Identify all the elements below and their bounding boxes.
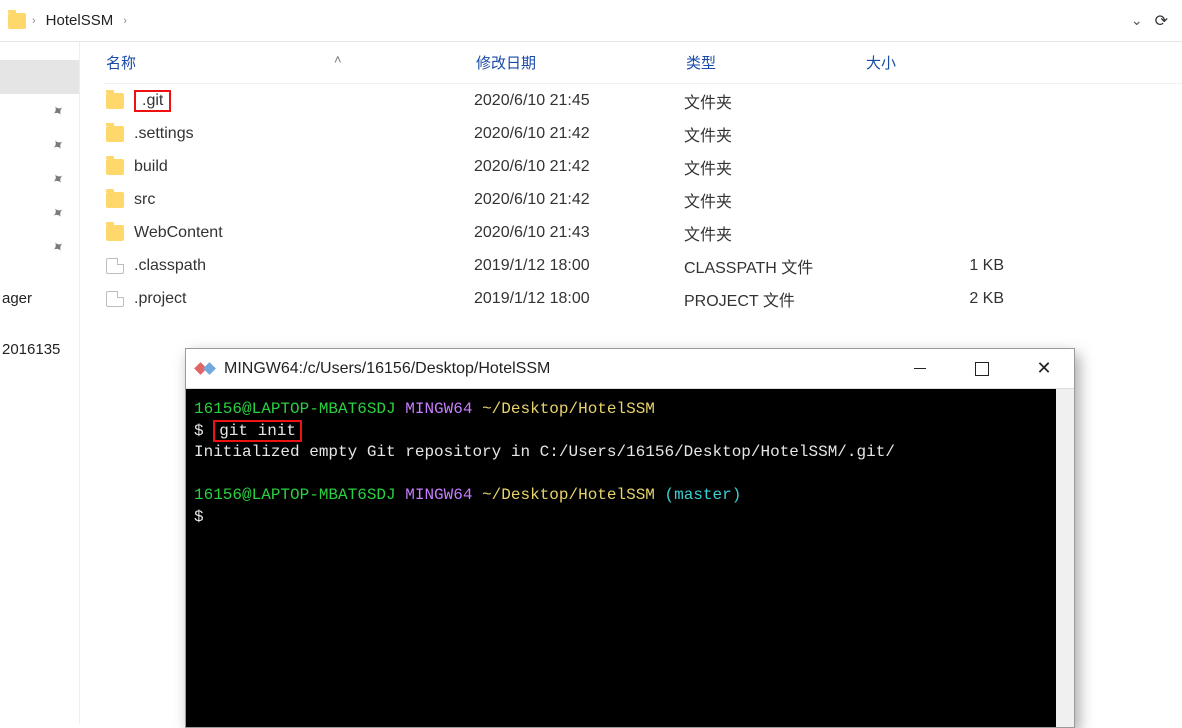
file-modified: 2020/6/10 21:42 — [474, 125, 684, 143]
file-type: PROJECT 文件 — [684, 287, 864, 311]
sidebar-fragment[interactable]: ager — [0, 284, 79, 313]
maximize-button[interactable] — [956, 349, 1008, 388]
quick-access-item[interactable]: ✦ — [0, 128, 79, 162]
pin-icon: ✦ — [48, 168, 69, 190]
file-name: .project — [134, 290, 186, 308]
folder-icon — [8, 13, 26, 29]
quick-access-item[interactable]: ✦ — [0, 162, 79, 196]
breadcrumb-current[interactable]: HotelSSM — [46, 12, 114, 29]
file-name: src — [134, 191, 155, 209]
file-row[interactable]: .project 2019/1/12 18:00PROJECT 文件2 KB — [104, 282, 1182, 315]
folder-icon — [106, 192, 124, 208]
file-size: 2 KB — [864, 290, 1034, 308]
sidebar-fragment[interactable]: 2016135 — [0, 335, 79, 364]
file-icon — [106, 258, 124, 274]
file-icon — [106, 291, 124, 307]
chevron-right-icon: › — [32, 15, 36, 27]
pin-icon: ✦ — [48, 100, 69, 122]
file-modified: 2020/6/10 21:42 — [474, 191, 684, 209]
quick-access-item[interactable]: ✦ — [0, 230, 79, 264]
close-button[interactable]: ✕ — [1018, 349, 1070, 388]
terminal-titlebar[interactable]: MINGW64:/c/Users/16156/Desktop/HotelSSM … — [186, 349, 1074, 389]
refresh-icon[interactable]: ⟳ — [1149, 7, 1174, 35]
file-modified: 2020/6/10 21:42 — [474, 158, 684, 176]
pin-icon: ✦ — [48, 134, 69, 156]
col-modified[interactable]: 修改日期 — [474, 52, 684, 73]
file-type: 文件夹 — [684, 122, 864, 146]
git-bash-icon — [196, 360, 214, 378]
address-bar: › HotelSSM › ⌄ ⟳ — [0, 0, 1182, 42]
folder-icon — [106, 93, 124, 109]
history-dropdown-icon[interactable]: ⌄ — [1125, 8, 1149, 33]
file-type: CLASSPATH 文件 — [684, 254, 864, 278]
file-size: 1 KB — [864, 257, 1034, 275]
file-type: 文件夹 — [684, 221, 864, 245]
file-name: .git — [134, 90, 171, 112]
terminal-scrollbar[interactable] — [1056, 389, 1074, 727]
pin-icon: ✦ — [48, 236, 69, 258]
file-name: WebContent — [134, 224, 223, 242]
file-type: 文件夹 — [684, 155, 864, 179]
quick-access-item[interactable] — [0, 60, 79, 94]
col-type[interactable]: 类型 — [684, 52, 864, 73]
folder-icon — [106, 126, 124, 142]
quick-access-item[interactable]: ✦ — [0, 196, 79, 230]
file-row[interactable]: .settings 2020/6/10 21:42文件夹 — [104, 117, 1182, 150]
file-name: .classpath — [134, 257, 206, 275]
sort-indicator-icon: ˄ — [334, 52, 342, 67]
file-row[interactable]: WebContent 2020/6/10 21:43文件夹 — [104, 216, 1182, 249]
file-name: build — [134, 158, 168, 176]
file-type: 文件夹 — [684, 188, 864, 212]
file-modified: 2019/1/12 18:00 — [474, 290, 684, 308]
file-modified: 2020/6/10 21:43 — [474, 224, 684, 242]
quick-access-sidebar: ✦ ✦ ✦ ✦ ✦ ager 2016135 — [0, 42, 80, 724]
file-name: .settings — [134, 125, 194, 143]
column-headers[interactable]: 名称 修改日期 类型 大小 ˄ — [104, 42, 1182, 84]
col-name[interactable]: 名称 — [104, 52, 474, 73]
terminal-title: MINGW64:/c/Users/16156/Desktop/HotelSSM — [224, 360, 550, 378]
file-row[interactable]: .git 2020/6/10 21:45文件夹 — [104, 84, 1182, 117]
file-row[interactable]: build 2020/6/10 21:42文件夹 — [104, 150, 1182, 183]
terminal-content[interactable]: 16156@LAPTOP-MBAT6SDJ MINGW64 ~/Desktop/… — [186, 389, 1074, 727]
minimize-button[interactable] — [894, 349, 946, 388]
file-modified: 2019/1/12 18:00 — [474, 257, 684, 275]
pin-icon: ✦ — [48, 202, 69, 224]
terminal-window: MINGW64:/c/Users/16156/Desktop/HotelSSM … — [185, 348, 1075, 728]
breadcrumb[interactable]: › HotelSSM › — [32, 12, 127, 29]
file-row[interactable]: .classpath 2019/1/12 18:00CLASSPATH 文件1 K… — [104, 249, 1182, 282]
file-type: 文件夹 — [684, 89, 864, 113]
folder-icon — [106, 159, 124, 175]
file-modified: 2020/6/10 21:45 — [474, 92, 684, 110]
col-size[interactable]: 大小 — [864, 52, 1034, 73]
file-row[interactable]: src 2020/6/10 21:42文件夹 — [104, 183, 1182, 216]
chevron-right-icon: › — [123, 15, 127, 27]
quick-access-item[interactable]: ✦ — [0, 94, 79, 128]
folder-icon — [106, 225, 124, 241]
